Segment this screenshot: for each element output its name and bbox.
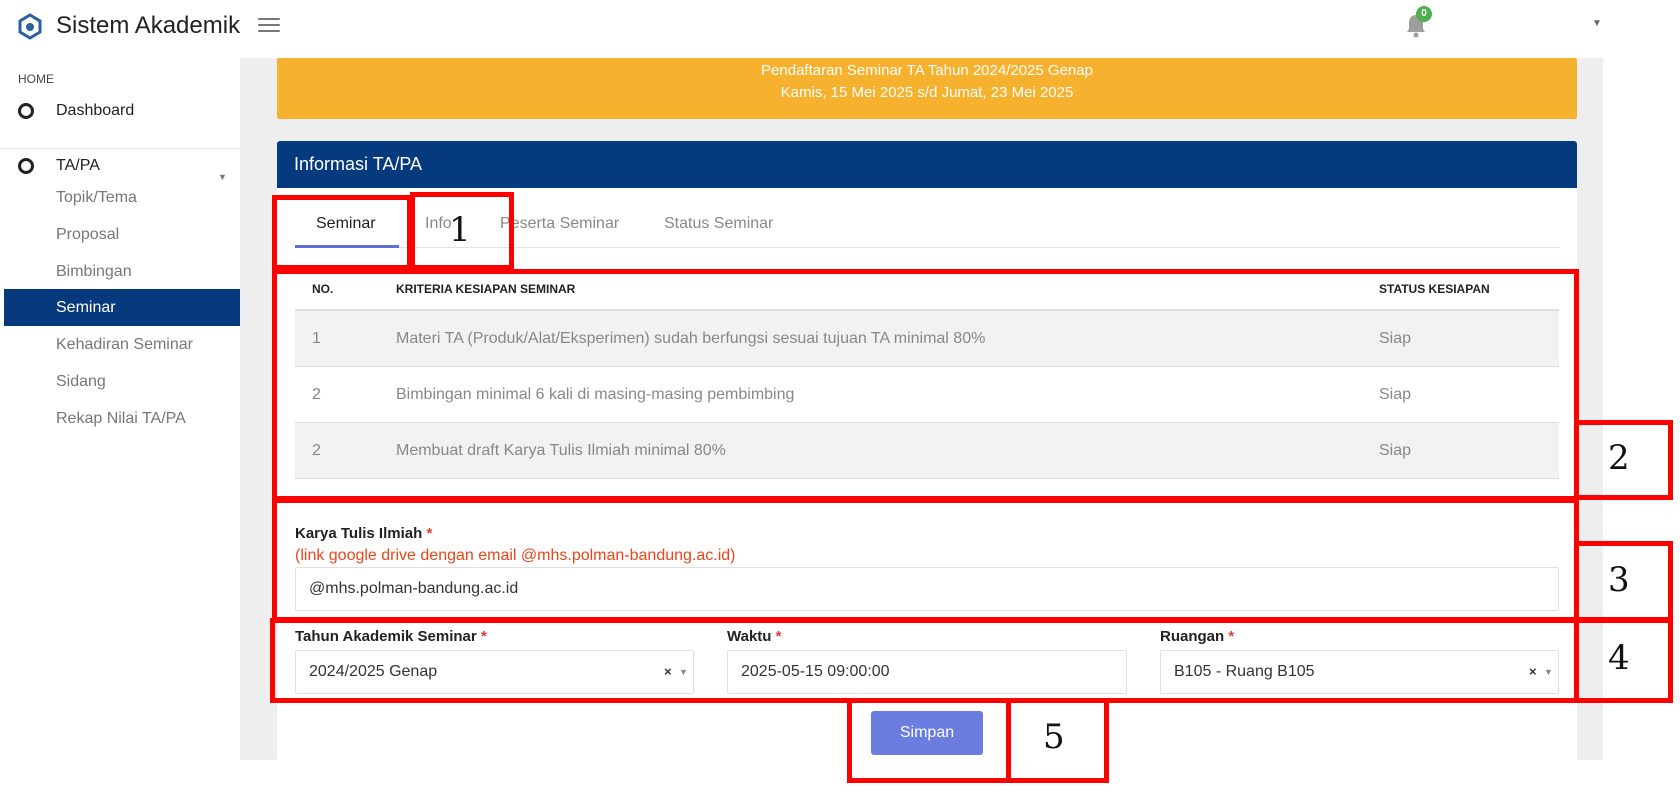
sidebar-item-rekap[interactable]: Rekap Nilai TA/PA [0, 400, 240, 437]
logo-icon [18, 13, 42, 40]
annotation-label-5: 5 [1043, 717, 1065, 757]
app-title: Sistem Akademik [56, 12, 241, 39]
sidebar-section-label: HOME [18, 72, 54, 86]
banner-title: Pendaftaran Seminar TA Tahun 2024/2025 G… [761, 62, 1093, 79]
annotation-label-2: 2 [1608, 438, 1630, 478]
tab-status-seminar[interactable]: Status Seminar [664, 215, 773, 233]
annotation-label-4: 4 [1608, 638, 1630, 678]
sidebar: HOME Dashboard TA/PA ▼ Topik/Tema Propos… [0, 58, 240, 795]
sidebar-item-seminar[interactable]: Seminar [4, 289, 240, 326]
annotation-label-1: 1 [449, 210, 471, 250]
annotation-label-3: 3 [1608, 560, 1630, 600]
sidebar-divider [0, 148, 240, 149]
annotation-box-1a [272, 195, 412, 270]
menu-toggle-icon[interactable] [258, 18, 280, 34]
top-bar: Sistem Akademik 0 ▼ [0, 0, 1680, 58]
notification-badge: 0 [1416, 6, 1432, 22]
annotation-box-3a [272, 498, 1579, 622]
tab-peserta-seminar[interactable]: Peserta Seminar [500, 215, 619, 233]
sidebar-item-proposal[interactable]: Proposal [0, 216, 240, 253]
annotation-box-5a [847, 698, 1011, 783]
card-title: Informasi TA/PA [277, 141, 1577, 188]
circle-icon [18, 158, 34, 174]
banner-dates: Kamis, 15 Mei 2025 s/d Jumat, 23 Mei 202… [780, 84, 1074, 101]
annotation-box-2a [272, 269, 1579, 501]
user-menu-caret-icon[interactable]: ▼ [1592, 18, 1602, 29]
sidebar-item-bimbingan[interactable]: Bimbingan [0, 253, 240, 290]
registration-banner: Pendaftaran Seminar TA Tahun 2024/2025 G… [277, 58, 1577, 119]
annotation-box-4a [270, 618, 1579, 703]
sidebar-item-topik[interactable]: Topik/Tema [0, 179, 240, 216]
sidebar-item-kehadiran[interactable]: Kehadiran Seminar [0, 326, 240, 363]
sidebar-group-tapa[interactable]: TA/PA [18, 157, 100, 175]
sidebar-item-dashboard[interactable]: Dashboard [18, 102, 134, 120]
circle-icon [18, 103, 34, 119]
sidebar-item-sidang[interactable]: Sidang [0, 363, 240, 400]
